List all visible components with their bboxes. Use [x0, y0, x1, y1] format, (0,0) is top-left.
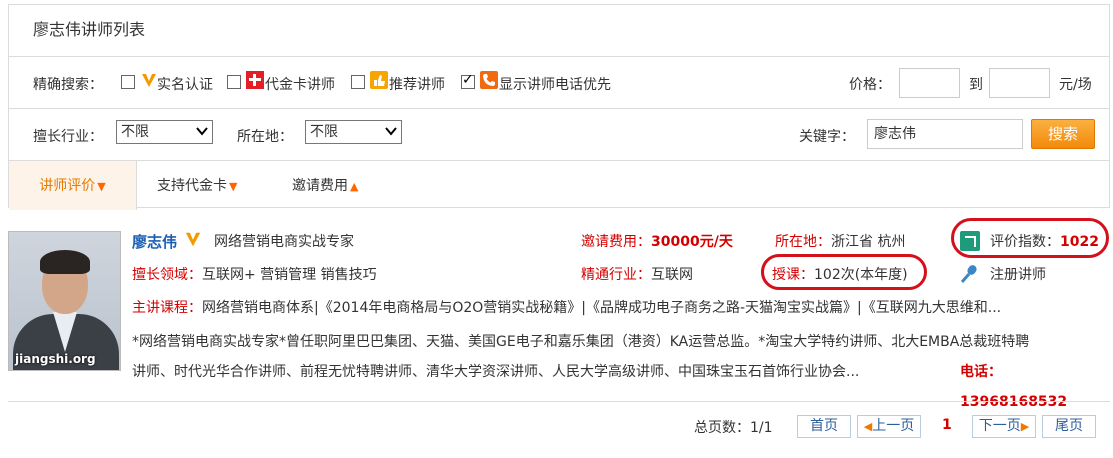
- watermark: jiangshi.org: [15, 352, 96, 366]
- price-min-input[interactable]: [899, 68, 960, 98]
- microphone-icon: [960, 265, 977, 283]
- voucher-card-icon: [246, 71, 264, 89]
- price-to-label: 到: [969, 77, 983, 93]
- phone-value: 13968168532: [960, 394, 1068, 410]
- verified-option-label: 实名认证: [157, 77, 213, 93]
- prev-page-label: 上一页: [872, 418, 915, 434]
- price-max-input[interactable]: [989, 68, 1050, 98]
- next-page-button[interactable]: 下一页▶: [972, 415, 1036, 438]
- teacher-list-item: jiangshi.org 廖志伟 网络营销电商实战专家 邀请费用：30000元/…: [8, 218, 1110, 410]
- current-page: 1: [942, 417, 952, 433]
- total-pages-label: 总页数：: [694, 420, 750, 436]
- courses-label: 主讲课程：: [132, 300, 202, 316]
- location-field-value: 浙江省 杭州: [831, 234, 906, 250]
- industry-row: 擅长行业： 不限 所在地： 不限 关键字： 廖志伟 搜索: [9, 109, 1109, 161]
- highlight-oval-score: [951, 218, 1109, 258]
- industry-label: 擅长行业：: [33, 129, 103, 145]
- price-unit-label: 元/场: [1059, 77, 1092, 93]
- arrow-up-icon: ▲: [350, 180, 359, 193]
- tab-rating[interactable]: 讲师评价 ▼: [9, 161, 137, 210]
- triangle-right-icon: ▶: [1020, 420, 1030, 433]
- industry-select[interactable]: 不限: [116, 120, 213, 144]
- voucher-checkbox[interactable]: [227, 75, 241, 89]
- recommend-option-label: 推荐讲师: [389, 77, 445, 93]
- search-button[interactable]: 搜索: [1031, 119, 1095, 149]
- chevron-down-icon: [385, 123, 397, 146]
- register-teacher-link[interactable]: 注册讲师: [990, 264, 1046, 284]
- location-select-value: 不限: [310, 124, 338, 140]
- total-pages: 总页数：1/1: [694, 417, 773, 437]
- filter-panel: 廖志伟讲师列表 精确搜索： 实名认证 代金卡讲师 推荐讲师 显示讲师电话优先 价…: [8, 4, 1110, 210]
- next-page-label: 下一页: [978, 418, 1021, 434]
- industry-field-value: 互联网: [651, 267, 693, 283]
- keyword-input[interactable]: 廖志伟: [867, 119, 1023, 149]
- location-field: 所在地：浙江省 杭州: [775, 231, 905, 251]
- location-label: 所在地：: [237, 129, 293, 145]
- prev-page-button[interactable]: ◀上一页: [857, 415, 921, 438]
- courses-field: 主讲课程：网络营销电商体系|《2014年电商格局与O2O营销实战秘籍》|《品牌成…: [132, 297, 1001, 317]
- arrow-down-icon: ▼: [97, 180, 106, 193]
- highlight-oval-lessons: [761, 254, 927, 290]
- industry-select-value: 不限: [121, 124, 149, 140]
- fee-label: 邀请费用：: [581, 234, 651, 250]
- field-area-value: 互联网+ 营销管理 销售技巧: [202, 267, 377, 283]
- tab-fee[interactable]: 邀请费用 ▲: [292, 161, 358, 210]
- total-pages-value: 1/1: [750, 420, 773, 436]
- location-field-label: 所在地：: [775, 234, 831, 250]
- description-line-1: *网络营销电商实战专家*曾任职阿里巴巴集团、天猫、美国GE电子和嘉乐集团（港资）…: [132, 334, 1030, 350]
- price-label: 价格：: [849, 77, 891, 93]
- avatar[interactable]: jiangshi.org: [8, 231, 121, 371]
- description-line-2-row: 讲师、时代光华合作讲师、前程无忧特聘讲师、清华大学资深讲师、人民大学高级讲师、中…: [132, 357, 1098, 410]
- first-page-button[interactable]: 首页: [797, 415, 851, 438]
- location-select[interactable]: 不限: [305, 120, 402, 144]
- last-page-button[interactable]: 尾页: [1042, 415, 1096, 438]
- show-phone-checkbox[interactable]: [461, 72, 475, 89]
- phone-label: 电话：: [960, 364, 1002, 380]
- teacher-title: 网络营销电商实战专家: [214, 234, 354, 250]
- triangle-left-icon: ◀: [863, 420, 873, 433]
- voucher-option-label: 代金卡讲师: [265, 77, 335, 93]
- fee-value: 30000元/天: [651, 234, 733, 250]
- arrow-down-icon: ▼: [229, 180, 238, 193]
- industry-field-label: 精通行业：: [581, 267, 651, 283]
- industry-field: 精通行业：互联网: [581, 264, 693, 284]
- keyword-label: 关键字：: [799, 129, 855, 145]
- tab-voucher-label: 支持代金卡: [157, 178, 227, 194]
- v-verified-icon: [185, 232, 201, 247]
- show-phone-option-label: 显示讲师电话优先: [499, 77, 611, 93]
- tab-fee-label: 邀请费用: [292, 178, 348, 194]
- chevron-down-icon: [196, 123, 208, 146]
- exact-search-label: 精确搜索：: [33, 77, 103, 93]
- field-area-label: 擅长领域：: [132, 267, 202, 283]
- verified-checkbox[interactable]: [121, 75, 135, 89]
- teacher-name-link[interactable]: 廖志伟: [132, 231, 177, 252]
- fee-field: 邀请费用：30000元/天: [581, 231, 733, 251]
- courses-value[interactable]: 网络营销电商体系|《2014年电商格局与O2O营销实战秘籍》|《品牌成功电子商务…: [202, 300, 1001, 316]
- phone-field: 电话： 13968168532: [960, 357, 1098, 417]
- field-area: 擅长领域：互联网+ 营销管理 销售技巧: [132, 264, 377, 284]
- v-verified-icon: [142, 74, 156, 87]
- tab-rating-label: 讲师评价: [39, 178, 96, 194]
- exact-search-row: 精确搜索： 实名认证 代金卡讲师 推荐讲师 显示讲师电话优先 价格： 到 元/场: [9, 57, 1109, 109]
- sort-tabs: 讲师评价 ▼ 支持代金卡 ▼ 邀请费用 ▲: [9, 161, 1109, 210]
- phone-icon: [480, 71, 498, 89]
- tab-voucher[interactable]: 支持代金卡 ▼: [157, 161, 237, 210]
- page-title: 廖志伟讲师列表: [9, 5, 1109, 57]
- teacher-description: *网络营销电商实战专家*曾任职阿里巴巴集团、天猫、美国GE电子和嘉乐集团（港资）…: [132, 327, 1098, 410]
- recommend-checkbox[interactable]: [351, 75, 365, 89]
- thumbs-up-icon: [370, 71, 388, 89]
- description-line-2: 讲师、时代光华合作讲师、前程无忧特聘讲师、清华大学资深讲师、人民大学高级讲师、中…: [132, 364, 860, 380]
- divider: [8, 401, 1110, 402]
